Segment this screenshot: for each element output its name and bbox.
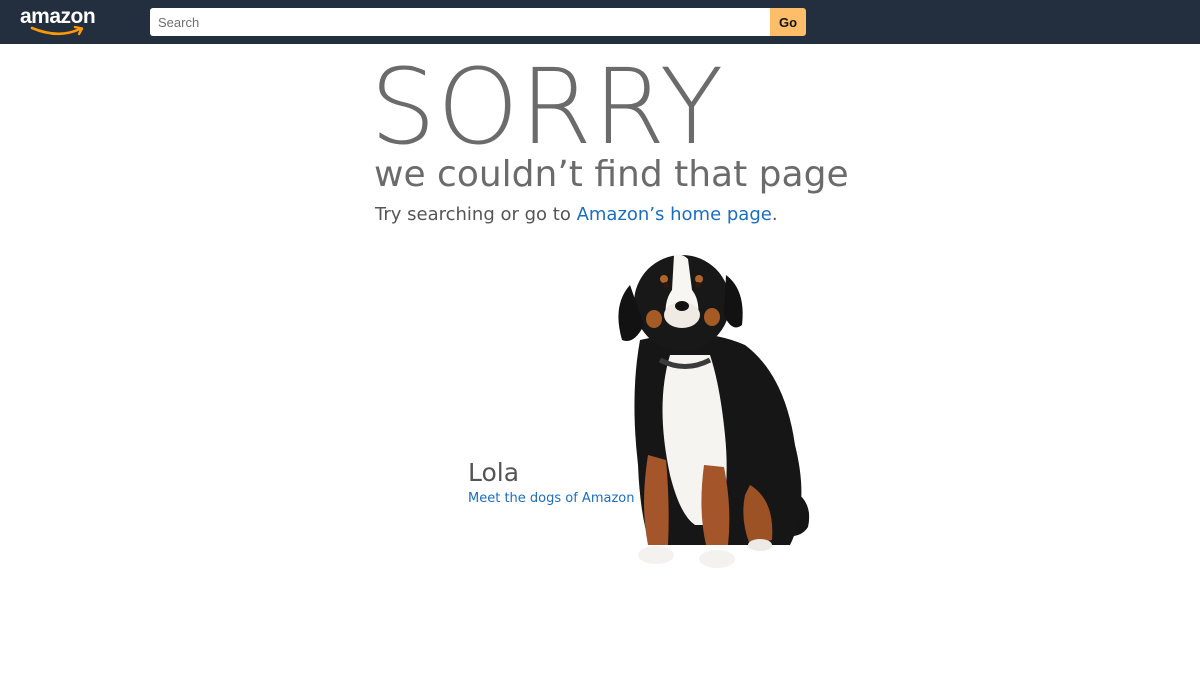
top-navbar: amazon Go [0,0,1200,44]
search-bar: Go [150,8,806,36]
dog-name: Lola [468,458,520,487]
amazon-smile-icon [30,25,84,36]
meet-the-dogs-link[interactable]: Meet the dogs of Amazon [468,490,634,508]
home-page-link[interactable]: Amazon’s home page [577,204,772,225]
search-input[interactable] [150,8,770,36]
try-suffix: . [771,204,778,225]
dog-illustration-icon [618,254,810,568]
sorry-headline: SORRY [370,46,725,168]
try-searching-line: Try searching or go to Amazon’s home pag… [375,202,778,228]
amazon-logo[interactable]: amazon [20,5,100,37]
page-not-found-subtitle: we couldn’t find that page [374,154,849,195]
go-button[interactable]: Go [770,8,806,36]
try-text: Try searching or go to [375,204,577,225]
